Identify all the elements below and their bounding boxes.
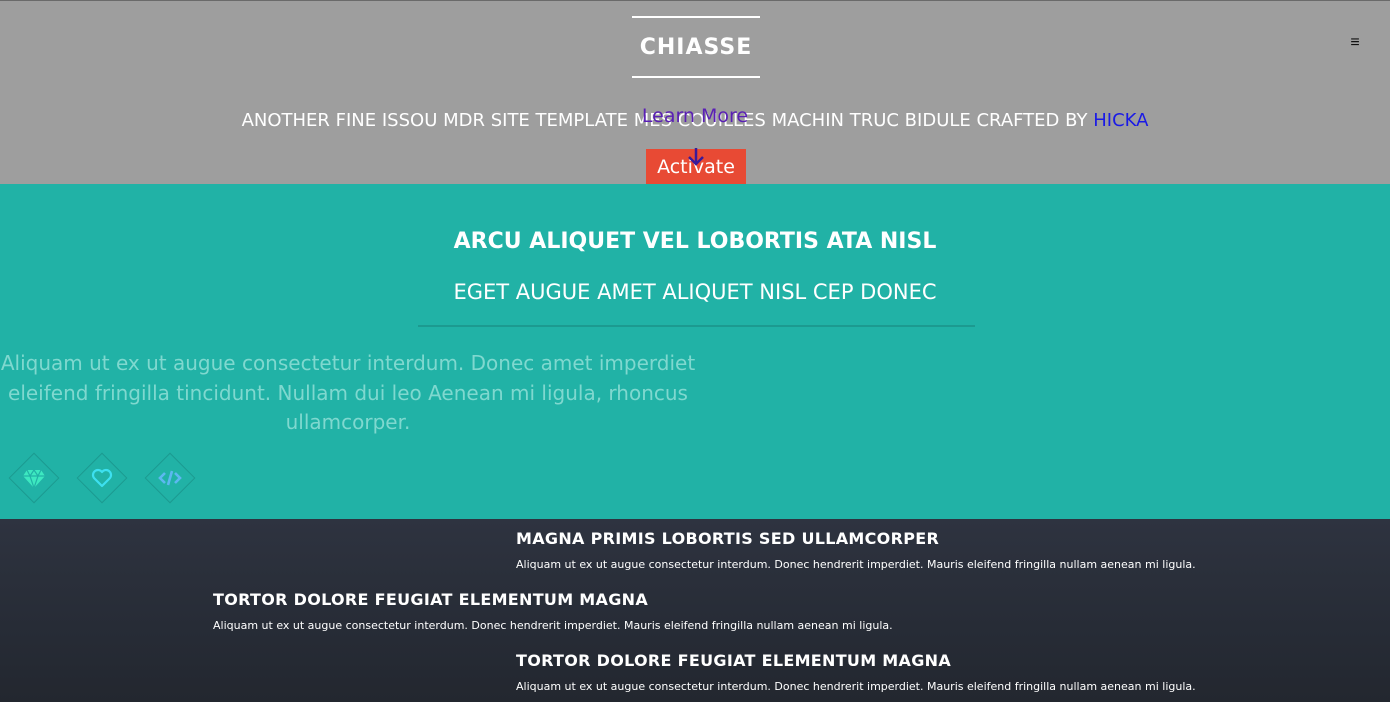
- arrow-down-icon[interactable]: [686, 146, 706, 168]
- banner: CHIASSE ≡ ANOTHER FINE ISSOU MDR SITE TE…: [0, 0, 1390, 185]
- intro-paragraph: Aliquam ut ex ut augue consectetur inter…: [0, 351, 696, 434]
- feature-text: Aliquam ut ex ut augue consectetur inter…: [213, 619, 893, 632]
- feature-text: Aliquam ut ex ut augue consectetur inter…: [516, 558, 1196, 571]
- intro-section: ARCU ALIQUET VEL LOBORTIS ATA NISL EGET …: [0, 184, 1390, 519]
- feature-title: TORTOR DOLORE FEUGIAT ELEMENTUM MAGNA: [213, 590, 649, 609]
- hamburger-menu-icon[interactable]: ≡: [1346, 34, 1364, 52]
- intro-subheading: EGET AUGUE AMET ALIQUET NISL CEP DONEC: [453, 280, 937, 304]
- features-section: MAGNA PRIMIS LOBORTIS SED ULLAMCORPER Al…: [0, 519, 1390, 702]
- feature-item: TORTOR DOLORE FEUGIAT ELEMENTUM MAGNA Al…: [0, 641, 1390, 702]
- learn-more-link[interactable]: Learn More: [0, 105, 1390, 127]
- feature-text: Aliquam ut ex ut augue consectetur inter…: [516, 680, 1196, 693]
- intro-heading: ARCU ALIQUET VEL LOBORTIS ATA NISL: [453, 229, 937, 254]
- diamond-gem-icon: [8, 452, 60, 504]
- heart-icon: [76, 452, 128, 504]
- site-title[interactable]: CHIASSE: [640, 35, 753, 60]
- site-logo-box[interactable]: CHIASSE: [632, 16, 760, 78]
- feature-title: TORTOR DOLORE FEUGIAT ELEMENTUM MAGNA: [516, 651, 952, 670]
- feature-item: TORTOR DOLORE FEUGIAT ELEMENTUM MAGNA Al…: [0, 580, 1390, 641]
- code-icon: [144, 452, 196, 504]
- intro-divider: [418, 325, 975, 327]
- feature-item: MAGNA PRIMIS LOBORTIS SED ULLAMCORPER Al…: [0, 519, 1390, 580]
- feature-title: MAGNA PRIMIS LOBORTIS SED ULLAMCORPER: [516, 529, 940, 548]
